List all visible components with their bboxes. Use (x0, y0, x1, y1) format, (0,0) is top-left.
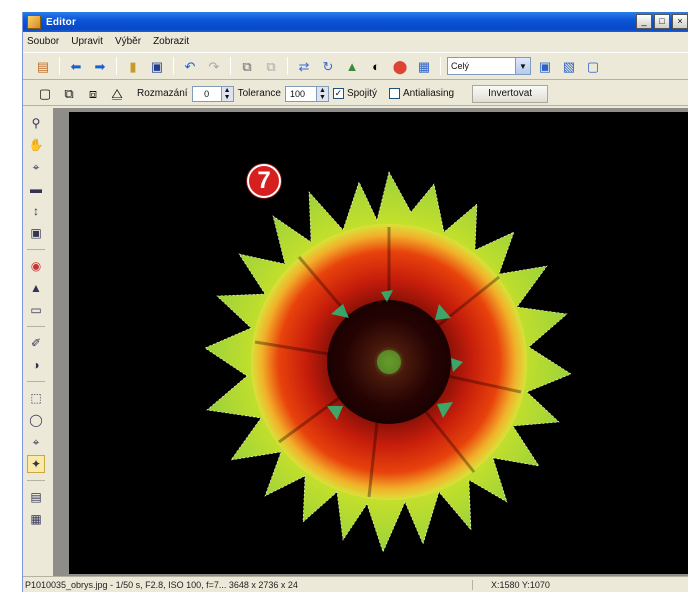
tools-panel: ⚲ ✋ ⌖ ▬ ↕ ▣ ◉ ▲ ▭ ✐ ◑ ⬚ ◯ ⌖ ✦ ▤ ▦ (23, 108, 49, 578)
tolerance-label: Tolerance (237, 88, 281, 99)
briefcase-icon[interactable]: ▤ (33, 56, 53, 76)
antialias-label: Antialiasing (402, 88, 455, 99)
resize-h-icon[interactable]: ↕ (27, 202, 45, 220)
invert-button[interactable]: Invertovat (472, 84, 549, 103)
blur-value: 0 (204, 88, 210, 99)
antialias-checkbox[interactable] (388, 88, 400, 99)
separator (27, 326, 45, 327)
crop-icon[interactable]: ⌖ (27, 158, 45, 176)
levels-icon[interactable]: ▦ (414, 56, 434, 76)
separator (173, 57, 174, 75)
fullscreen-icon[interactable]: ▢ (583, 56, 603, 76)
color-balance-icon[interactable]: ⬤ (390, 56, 410, 76)
canvas-area[interactable]: 7 (53, 108, 688, 576)
eraser-icon[interactable]: ▭ (27, 301, 45, 319)
resize-icon[interactable]: ▣ (27, 224, 45, 242)
text-icon[interactable]: ▤ (27, 488, 45, 506)
separator (230, 57, 231, 75)
separator (59, 57, 60, 75)
contiguous-label: Spojitý (346, 88, 377, 99)
separator (27, 381, 45, 382)
straighten-icon[interactable]: ▬ (27, 180, 45, 198)
separator (27, 249, 45, 250)
blur-label: Rozmazání (137, 88, 188, 99)
clone-stamp-icon[interactable]: ▲ (27, 279, 45, 297)
paste-icon[interactable]: ⧉ (261, 56, 281, 76)
zoom-value: Celý (451, 61, 470, 71)
status-bar: P1010035_obrys.jpg - 1/50 s, F2.8, ISO 1… (23, 576, 688, 592)
menu-soubor[interactable]: Soubor (27, 36, 59, 47)
maximize-button[interactable]: □ (654, 14, 670, 29)
contiguous-checkbox[interactable]: ✓ (332, 88, 344, 99)
editor-window: Editor _ □ × Soubor Upravit Výběr Zobraz… (22, 12, 688, 592)
blur-spinner[interactable]: 0 ▲ ▼ (191, 85, 234, 102)
magic-lasso-icon[interactable]: ⌖ (27, 433, 45, 451)
copy-icon[interactable]: ⧉ (237, 56, 257, 76)
separator (27, 480, 45, 481)
layers-icon[interactable]: ▦ (27, 510, 45, 528)
title-bar[interactable]: Editor _ □ × (23, 12, 688, 32)
add-selection-icon[interactable]: ⧉ (59, 84, 79, 104)
flower-disc-center (377, 350, 401, 374)
status-file-info: P1010035_obrys.jpg - 1/50 s, F2.8, ISO 1… (23, 579, 473, 590)
window-title: Editor (46, 16, 77, 28)
flip-icon[interactable]: ⇄ (294, 56, 314, 76)
antialias-option[interactable]: Antialiasing (388, 88, 455, 99)
arrow-left-icon[interactable]: ⬅ (66, 56, 86, 76)
zoom-select[interactable]: Celý ▼ (447, 57, 531, 75)
intersect-selection-icon[interactable]: ⧋ (107, 84, 127, 104)
spinner-arrows-icon[interactable]: ▲ ▼ (315, 86, 328, 101)
tolerance-spinner[interactable]: 100 ▲ ▼ (284, 85, 329, 102)
save-icon[interactable]: ▣ (147, 56, 167, 76)
arrow-right-icon[interactable]: ➡ (90, 56, 110, 76)
flower-image (204, 171, 572, 553)
image-canvas[interactable]: 7 (69, 112, 688, 574)
chevron-down-icon[interactable]: ▼ (515, 58, 530, 74)
menu-vyber[interactable]: Výběr (115, 36, 141, 47)
magic-wand-icon[interactable]: ✦ (27, 455, 45, 473)
brush-icon[interactable]: ✐ (27, 334, 45, 352)
rotate-icon[interactable]: ↻ (318, 56, 338, 76)
annotation-badge: 7 (247, 164, 281, 198)
separator (287, 57, 288, 75)
menu-zobrazit[interactable]: Zobrazit (153, 36, 189, 47)
main-toolbar: ▤ ⬅ ➡ ▮ ▣ ↶ ↷ ⧉ ⧉ ⇄ ↻ ▲ ◐ ⬤ ▦ Celý ▼ ▣ ▧… (23, 52, 688, 80)
fit-icon[interactable]: ▣ (535, 56, 555, 76)
subtract-selection-icon[interactable]: ⧈ (83, 84, 103, 104)
status-coords: X:1580 Y:1070 (491, 579, 550, 590)
minimize-button[interactable]: _ (636, 14, 652, 29)
contiguous-option[interactable]: ✓ Spojitý (332, 88, 377, 99)
redeye-icon[interactable]: ◉ (27, 257, 45, 275)
zoom-icon[interactable]: ⚲ (27, 114, 45, 132)
app-icon (27, 15, 41, 29)
image-adjust-icon[interactable]: ▲ (342, 56, 362, 76)
contrast-icon[interactable]: ◐ (366, 56, 386, 76)
undo-icon[interactable]: ↶ (180, 56, 200, 76)
spinner-arrows-icon[interactable]: ▲ ▼ (220, 86, 233, 101)
selection-toolbar: ▢ ⧉ ⧈ ⧋ Rozmazání 0 ▲ ▼ Tolerance 100 ▲ ▼ … (23, 82, 688, 106)
redo-icon[interactable]: ↷ (204, 56, 224, 76)
open-folder-icon[interactable]: ▮ (123, 56, 143, 76)
separator (116, 57, 117, 75)
close-button[interactable]: × (672, 14, 688, 29)
hand-icon[interactable]: ✋ (27, 136, 45, 154)
rect-select-icon[interactable]: ⬚ (27, 389, 45, 407)
grid-icon[interactable]: ▧ (559, 56, 579, 76)
new-selection-icon[interactable]: ▢ (35, 84, 55, 104)
menu-upravit[interactable]: Upravit (71, 36, 103, 47)
separator (440, 57, 441, 75)
tolerance-value: 100 (289, 88, 305, 99)
menu-bar: Soubor Upravit Výběr Zobrazit (23, 32, 688, 50)
lasso-icon[interactable]: ◯ (27, 411, 45, 429)
fill-bucket-icon[interactable]: ◑ (27, 356, 45, 374)
window-controls: _ □ × (636, 14, 688, 29)
